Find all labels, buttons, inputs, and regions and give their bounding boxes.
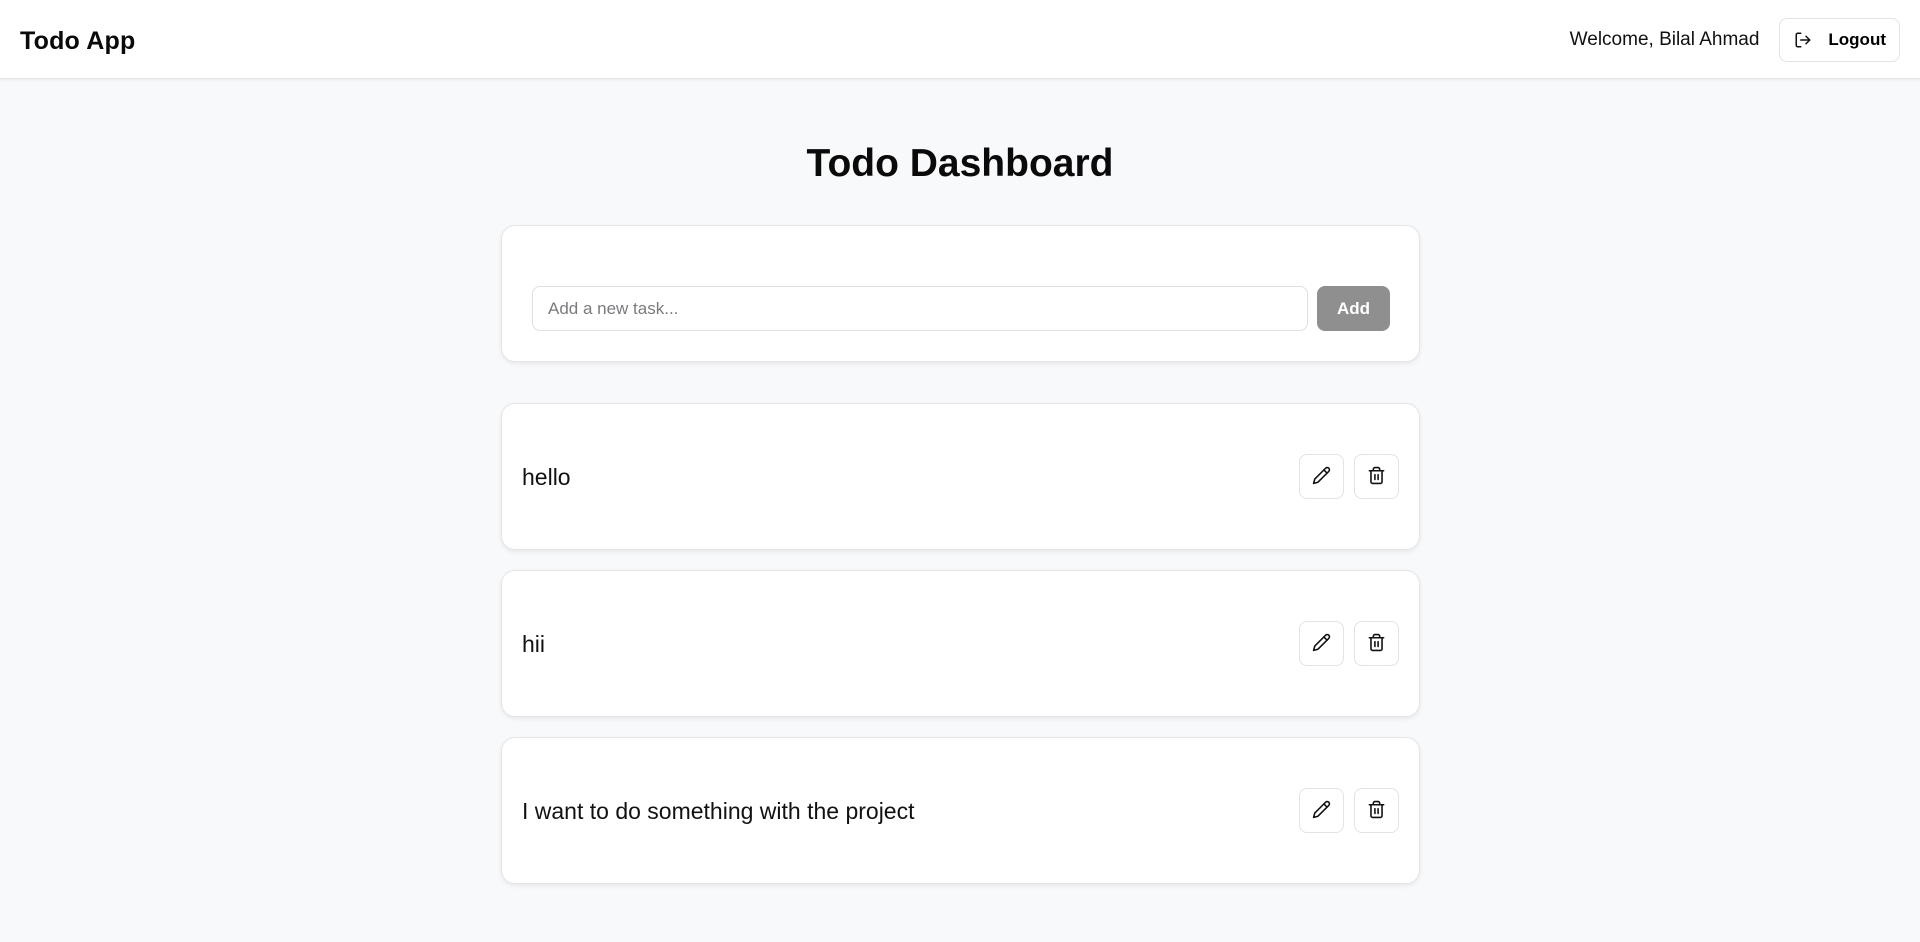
trash-icon (1367, 800, 1386, 822)
user-area: Welcome, Bilal Ahmad Logout (1570, 0, 1900, 79)
trash-icon (1367, 633, 1386, 655)
todo-item: I want to do something with the project (501, 737, 1420, 884)
welcome-text: Welcome, Bilal Ahmad (1569, 28, 1760, 50)
log-out-icon (1794, 31, 1812, 49)
add-task-card: Add (501, 225, 1420, 362)
delete-todo-button[interactable] (1354, 454, 1399, 499)
pencil-icon (1312, 633, 1331, 655)
todo-item: hii (501, 570, 1420, 717)
todo-item: hello (501, 403, 1420, 550)
trash-icon (1367, 466, 1386, 488)
top-navbar: Todo App Welcome, Bilal Ahmad Logout (0, 0, 1920, 79)
app-brand: Todo App (20, 27, 136, 55)
edit-todo-button[interactable] (1299, 454, 1344, 499)
delete-todo-button[interactable] (1354, 621, 1399, 666)
logout-button[interactable]: Logout (1779, 17, 1900, 62)
pencil-icon (1312, 466, 1331, 488)
add-task-button[interactable]: Add (1317, 286, 1390, 331)
page-title: Todo Dashboard (806, 142, 1114, 185)
todo-text: hii (522, 631, 546, 657)
edit-todo-button[interactable] (1299, 788, 1344, 833)
pencil-icon (1312, 800, 1331, 822)
todo-text: hello (522, 464, 571, 490)
delete-todo-button[interactable] (1354, 788, 1399, 833)
new-task-input[interactable] (532, 286, 1308, 331)
edit-todo-button[interactable] (1299, 621, 1344, 666)
logout-label: Logout (1828, 29, 1886, 49)
todo-text: I want to do something with the project (522, 798, 915, 824)
